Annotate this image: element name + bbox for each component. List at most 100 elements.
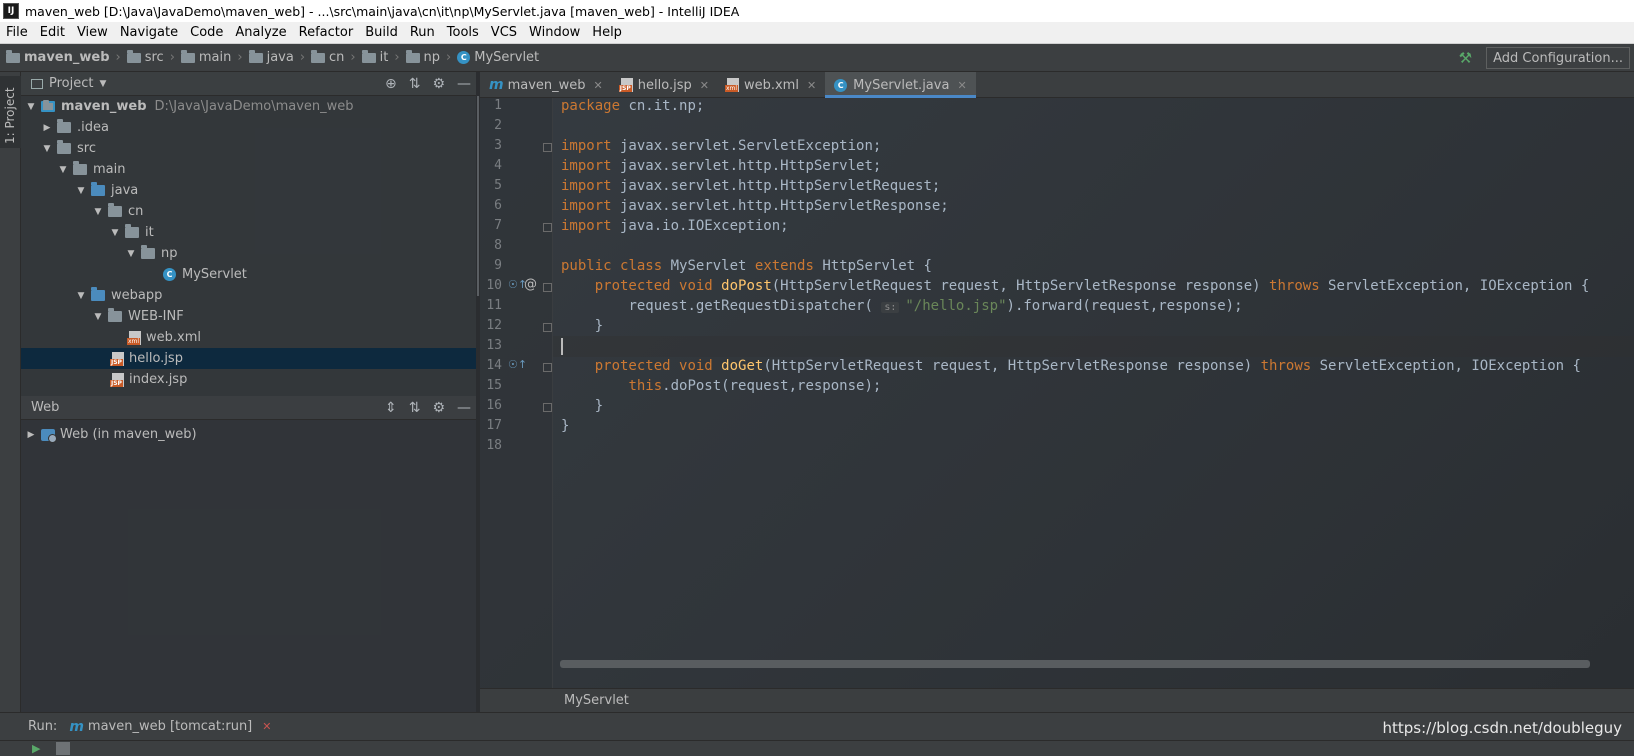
tree-item-src[interactable]: ▼ src xyxy=(21,138,479,159)
jsp-file-icon xyxy=(110,372,124,387)
at-annotation-icon[interactable]: @ xyxy=(524,277,537,292)
crumb-main[interactable]: main › xyxy=(175,49,243,65)
tab-myservlet-java[interactable]: C MyServlet.java ✕ xyxy=(825,72,976,98)
current-line-highlight xyxy=(553,336,1634,357)
build-hammer-icon[interactable]: ⚒ xyxy=(1459,49,1472,67)
line-number: 17 xyxy=(486,418,502,433)
run-config-tab[interactable]: m maven_web [tomcat:run] ✕ xyxy=(69,719,271,735)
menu-run[interactable]: Run xyxy=(404,25,441,40)
tab-maven-web[interactable]: m maven_web ✕ xyxy=(480,72,612,98)
scrollbar-thumb[interactable] xyxy=(477,96,479,296)
close-icon[interactable]: ✕ xyxy=(262,720,271,733)
java-class-icon: C xyxy=(163,268,176,281)
code-line-16: } xyxy=(594,398,604,414)
menu-code[interactable]: Code xyxy=(184,25,229,40)
menu-vcs[interactable]: VCS xyxy=(485,25,523,40)
tree-item-idea[interactable]: ▶ .idea xyxy=(21,117,479,138)
menu-view[interactable]: View xyxy=(71,25,114,40)
close-icon[interactable]: ✕ xyxy=(700,79,709,92)
watermark-text: https://blog.csdn.net/doubleguy xyxy=(1382,719,1622,737)
close-icon[interactable]: ✕ xyxy=(594,79,603,92)
tree-item-np[interactable]: ▼ np xyxy=(21,243,479,264)
expand-all-icon[interactable]: ⇕ xyxy=(385,400,397,416)
close-icon[interactable]: ✕ xyxy=(957,79,966,92)
menu-analyze[interactable]: Analyze xyxy=(229,25,292,40)
add-configuration-button[interactable]: Add Configuration... xyxy=(1486,47,1630,69)
menu-edit[interactable]: Edit xyxy=(34,25,71,40)
fold-marker-icon[interactable] xyxy=(543,403,552,412)
collapsed-arrow-icon[interactable]: ▶ xyxy=(25,430,37,440)
tab-web-xml[interactable]: web.xml ✕ xyxy=(718,72,825,98)
close-icon[interactable]: ✕ xyxy=(807,79,816,92)
hide-minus-icon[interactable]: — xyxy=(457,400,471,416)
expanded-arrow-icon[interactable]: ▼ xyxy=(92,207,104,217)
tree-item-cn[interactable]: ▼ cn xyxy=(21,201,479,222)
gear-icon[interactable]: ⚙ xyxy=(432,400,445,416)
menu-navigate[interactable]: Navigate xyxy=(114,25,184,40)
tree-item-web-inf[interactable]: ▼ WEB-INF xyxy=(21,306,479,327)
run-tool-bar: Run: m maven_web [tomcat:run] ✕ https://… xyxy=(0,712,1634,740)
code-line-5: import javax.servlet.http.HttpServletReq… xyxy=(561,178,941,194)
code-line-12: } xyxy=(594,318,604,334)
console-icon[interactable] xyxy=(56,742,70,755)
expanded-arrow-icon[interactable]: ▼ xyxy=(125,249,137,259)
menu-build[interactable]: Build xyxy=(359,25,404,40)
crumb-np[interactable]: np › xyxy=(400,49,451,65)
crumb-cn[interactable]: cn › xyxy=(305,49,356,65)
tree-item-main[interactable]: ▼ main xyxy=(21,159,479,180)
project-icon xyxy=(31,78,43,89)
tab-hello-jsp[interactable]: hello.jsp ✕ xyxy=(612,72,718,98)
crumb-maven-web[interactable]: maven_web › xyxy=(0,49,121,65)
menu-refactor[interactable]: Refactor xyxy=(293,25,360,40)
expanded-arrow-icon[interactable]: ▼ xyxy=(75,186,87,196)
gear-icon[interactable]: ⚙ xyxy=(432,76,445,92)
fold-marker-icon[interactable] xyxy=(543,143,552,152)
horizontal-scrollbar[interactable] xyxy=(560,660,1590,668)
expanded-arrow-icon[interactable]: ▼ xyxy=(41,144,53,154)
tree-item-web-xml[interactable]: web.xml xyxy=(21,327,479,348)
menu-help[interactable]: Help xyxy=(586,25,628,40)
collapse-all-icon[interactable]: ⇅ xyxy=(409,400,421,416)
menu-tools[interactable]: Tools xyxy=(441,25,485,40)
hide-minus-icon[interactable]: — xyxy=(457,76,471,92)
tree-item-java[interactable]: ▼ java xyxy=(21,180,479,201)
fold-marker-icon[interactable] xyxy=(543,363,552,372)
tree-item-myservlet[interactable]: C MyServlet xyxy=(21,264,479,285)
tree-item-maven-web[interactable]: ▼ maven_web D:\Java\JavaDemo\maven_web xyxy=(21,96,479,117)
menu-file[interactable]: File xyxy=(0,25,34,40)
expanded-arrow-icon[interactable]: ▼ xyxy=(25,102,37,112)
tree-item-it[interactable]: ▼ it xyxy=(21,222,479,243)
project-tool-tab[interactable]: 1: Project xyxy=(0,76,21,148)
menu-window[interactable]: Window xyxy=(523,25,586,40)
crumb-src[interactable]: src › xyxy=(121,49,175,65)
tree-item-web-facet[interactable]: ▶ Web (in maven_web) xyxy=(21,424,479,445)
collapsed-arrow-icon[interactable]: ▶ xyxy=(41,123,53,133)
jsp-file-icon xyxy=(110,351,124,366)
tree-item-index-jsp[interactable]: index.jsp xyxy=(21,369,479,390)
code-editor[interactable]: 1 2 3 4 5 6 7 8 9 10 11 12 13 14 15 16 1… xyxy=(480,98,1634,688)
fold-marker-icon[interactable] xyxy=(543,323,552,332)
project-view-selector[interactable]: Project ▼ xyxy=(31,76,106,91)
fold-marker-icon[interactable] xyxy=(543,223,552,232)
expanded-arrow-icon[interactable]: ▼ xyxy=(57,165,69,175)
override-method-icon[interactable]: ☉↑ xyxy=(508,358,527,371)
editor-breadcrumb-item[interactable]: MyServlet xyxy=(564,693,629,708)
code-line-9: public class MyServlet extends HttpServl… xyxy=(561,258,932,274)
expanded-arrow-icon[interactable]: ▼ xyxy=(75,291,87,301)
collapse-all-icon[interactable]: ⇅ xyxy=(409,76,421,92)
code-line-1: package cn.it.np; xyxy=(561,98,705,114)
fold-marker-icon[interactable] xyxy=(543,283,552,292)
locate-target-icon[interactable]: ⊕ xyxy=(385,76,397,92)
project-panel: Project ▼ ⊕ ⇅ ⚙ — ▼ maven_web D:\Java\Ja… xyxy=(21,72,479,396)
crumb-myservlet[interactable]: C MyServlet xyxy=(451,50,539,65)
tree-item-webapp[interactable]: ▼ webapp xyxy=(21,285,479,306)
web-facet-icon xyxy=(41,428,57,443)
expanded-arrow-icon[interactable]: ▼ xyxy=(92,312,104,322)
crumb-java[interactable]: java › xyxy=(243,49,305,65)
expanded-arrow-icon[interactable]: ▼ xyxy=(109,228,121,238)
tree-item-hello-jsp[interactable]: hello.jsp xyxy=(21,348,479,369)
crumb-it[interactable]: it › xyxy=(356,49,400,65)
code-line-3: import javax.servlet.ServletException; xyxy=(561,138,882,154)
rerun-play-icon[interactable]: ▶ xyxy=(32,742,40,755)
line-number: 6 xyxy=(494,198,502,213)
